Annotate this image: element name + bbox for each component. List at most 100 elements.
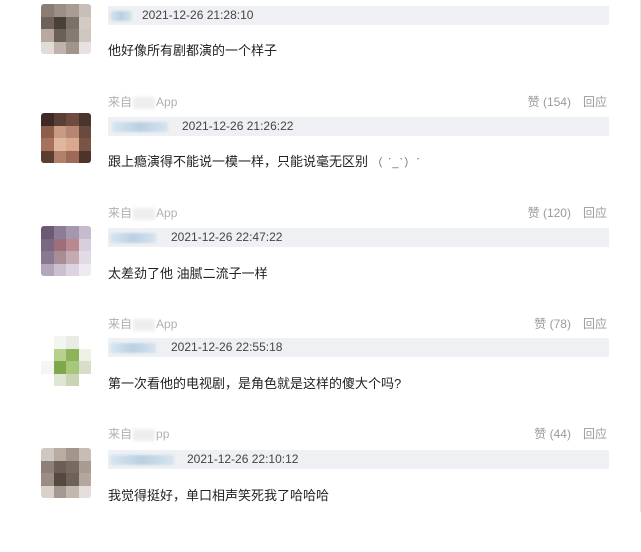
- username-blurred[interactable]: [110, 233, 156, 243]
- avatar-mosaic-cell: [78, 361, 91, 374]
- comment-timestamp: 2021-12-26 22:10:12: [187, 452, 299, 466]
- comment-source: 来自 App: [108, 315, 177, 332]
- avatar-mosaic-cell: [53, 348, 66, 361]
- comment-meta: 2021-12-26 21:28:10: [108, 6, 609, 25]
- comment-actions: 赞 (154) 回应: [516, 93, 607, 110]
- like-button[interactable]: 赞 (120): [528, 206, 571, 220]
- avatar-mosaic-cell: [41, 226, 54, 239]
- avatar-mosaic-cell: [66, 29, 79, 42]
- avatar-mosaic-cell: [41, 150, 54, 163]
- username-blurred[interactable]: [112, 122, 168, 132]
- avatar-mosaic-cell: [78, 348, 91, 361]
- avatar-mosaic-cell: [66, 348, 79, 361]
- comment-timestamp: 2021-12-26 22:47:22: [171, 230, 283, 244]
- avatar-mosaic-cell: [53, 16, 66, 29]
- avatar-mosaic-cell: [41, 336, 54, 349]
- avatar-mosaic-cell: [66, 373, 79, 386]
- avatar-mosaic-cell: [66, 41, 79, 54]
- avatar-mosaic-cell: [53, 485, 66, 498]
- avatar-mosaic-cell: [41, 263, 54, 276]
- avatar-mosaic-cell: [41, 29, 54, 42]
- avatar-mosaic-cell: [41, 251, 54, 264]
- avatar-mosaic-cell: [66, 448, 79, 461]
- avatar-mosaic-cell: [41, 348, 54, 361]
- avatar-mosaic-cell: [78, 460, 91, 473]
- avatar-mosaic-cell: [41, 473, 54, 486]
- avatar-mosaic-cell: [53, 138, 66, 151]
- username-blurred[interactable]: [110, 343, 156, 353]
- avatar-mosaic-cell: [53, 4, 66, 17]
- source-suffix: pp: [156, 427, 170, 441]
- reply-button[interactable]: 回应: [583, 206, 607, 220]
- avatar-mosaic-cell: [66, 263, 79, 276]
- avatar-mosaic-cell: [78, 336, 91, 349]
- avatar[interactable]: [41, 4, 91, 54]
- avatar-mosaic-cell: [41, 448, 54, 461]
- avatar-mosaic-cell: [53, 29, 66, 42]
- avatar-mosaic-cell: [41, 485, 54, 498]
- username-blurred[interactable]: [110, 11, 132, 21]
- reply-button[interactable]: 回应: [583, 317, 607, 331]
- avatar[interactable]: [41, 226, 91, 276]
- comment-text-content: 太差劲了他 油腻二流子一样: [108, 266, 268, 281]
- avatar-mosaic-cell: [66, 485, 79, 498]
- comment-source: 来自 pp: [108, 425, 169, 442]
- comment-text: 太差劲了他 油腻二流子一样: [108, 263, 268, 282]
- avatar-mosaic-cell: [41, 113, 54, 126]
- comment-text: 第一次看他的电视剧，是角色就是这样的傻大个吗?: [108, 373, 401, 392]
- avatar-mosaic-cell: [41, 138, 54, 151]
- comment-meta: 2021-12-26 22:55:18: [108, 338, 609, 357]
- avatar-mosaic-cell: [66, 460, 79, 473]
- reply-button[interactable]: 回应: [583, 95, 607, 109]
- comment-actions: 赞 (78) 回应: [522, 315, 607, 332]
- comment-text-content: 跟上瘾演得不能说一模一样，只能说毫无区别: [108, 154, 369, 169]
- avatar-mosaic-cell: [78, 113, 91, 126]
- comment-meta: 2021-12-26 22:47:22: [108, 228, 609, 247]
- avatar-mosaic-cell: [53, 150, 66, 163]
- comment-timestamp: 2021-12-26 21:28:10: [142, 8, 254, 22]
- avatar[interactable]: [41, 448, 91, 498]
- avatar-mosaic-cell: [41, 460, 54, 473]
- avatar-mosaic-cell: [78, 251, 91, 264]
- avatar-mosaic-cell: [41, 238, 54, 251]
- avatar-mosaic-cell: [66, 150, 79, 163]
- avatar-mosaic-cell: [66, 473, 79, 486]
- avatar-mosaic-cell: [53, 460, 66, 473]
- app-name-blurred: [133, 96, 156, 109]
- comment-text-content: 我觉得挺好，单口相声笑死我了哈哈哈: [108, 488, 330, 503]
- avatar-mosaic-cell: [78, 238, 91, 251]
- like-button[interactable]: 赞 (44): [534, 427, 571, 441]
- avatar-mosaic-cell: [78, 373, 91, 386]
- comment-meta: 2021-12-26 21:26:22: [108, 117, 609, 136]
- avatar-mosaic-cell: [66, 16, 79, 29]
- source-prefix: 来自: [108, 95, 133, 109]
- avatar-mosaic-cell: [53, 226, 66, 239]
- avatar-mosaic-cell: [78, 263, 91, 276]
- comment-text-content: 他好像所有剧都演的一个样子: [108, 43, 278, 58]
- reply-button[interactable]: 回应: [583, 427, 607, 441]
- comment-text: 跟上瘾演得不能说一模一样，只能说毫无区别 （ ˊ_ˋ）ˊ: [108, 151, 421, 170]
- comment-source: 来自 App: [108, 93, 177, 110]
- comment-text: 我觉得挺好，单口相声笑死我了哈哈哈: [108, 485, 329, 504]
- app-name-blurred: [133, 207, 156, 220]
- comment-item: 2021-12-26 22:47:22 太差劲了他 油腻二流子一样 来自 App …: [0, 222, 641, 332]
- avatar-mosaic-cell: [53, 238, 66, 251]
- source-suffix: App: [156, 95, 178, 109]
- avatar[interactable]: [41, 336, 91, 386]
- avatar-mosaic-cell: [78, 125, 91, 138]
- avatar-mosaic-cell: [53, 361, 66, 374]
- like-button[interactable]: 赞 (78): [534, 317, 571, 331]
- like-button[interactable]: 赞 (154): [528, 95, 571, 109]
- avatar-mosaic-cell: [66, 361, 79, 374]
- avatar-mosaic-cell: [41, 361, 54, 374]
- avatar-mosaic-cell: [53, 336, 66, 349]
- avatar-mosaic-cell: [78, 29, 91, 42]
- avatar-mosaic-cell: [66, 226, 79, 239]
- comment-meta: 2021-12-26 22:10:12: [108, 450, 609, 469]
- avatar[interactable]: [41, 113, 91, 163]
- comment-text: 他好像所有剧都演的一个样子: [108, 40, 277, 59]
- avatar-mosaic-cell: [78, 41, 91, 54]
- username-blurred[interactable]: [110, 455, 174, 465]
- comment-text-content: 第一次看他的电视剧，是角色就是这样的傻大个吗?: [108, 376, 402, 391]
- avatar-mosaic-cell: [41, 16, 54, 29]
